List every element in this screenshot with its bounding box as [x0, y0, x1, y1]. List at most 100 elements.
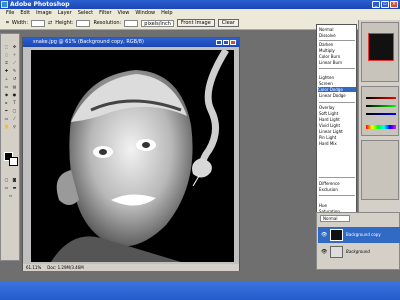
slice-tool-icon[interactable]: ⟋ — [11, 60, 18, 66]
zoom-tool-icon[interactable]: ⚲ — [11, 124, 18, 130]
move-tool-icon[interactable]: ✥ — [11, 44, 18, 50]
blend-difference[interactable]: Difference — [319, 181, 340, 186]
blend-normal[interactable]: Normal — [319, 27, 333, 32]
crop-tool-icon[interactable]: ⌗ — [6, 20, 9, 26]
gradient-tool-icon[interactable]: ▤ — [11, 84, 18, 90]
menu-separator — [319, 68, 355, 69]
zoom-level[interactable]: 61.11% — [26, 264, 41, 271]
blend-hard-mix[interactable]: Hard Mix — [319, 141, 337, 146]
blend-darken[interactable]: Darken — [319, 42, 333, 47]
menu-separator — [319, 195, 355, 196]
title-bar: Adobe Photoshop — [0, 0, 400, 9]
blur-tool-icon[interactable]: ◆ — [3, 92, 10, 98]
layer-thumbnail — [330, 229, 343, 241]
layer-thumbnail — [330, 246, 343, 258]
eye-icon[interactable]: 👁 — [321, 231, 327, 239]
menu-help[interactable]: Help — [158, 9, 175, 17]
clear-button[interactable]: Clear — [217, 19, 239, 27]
jump-to-imageready-icon[interactable]: ⇨ — [7, 193, 14, 199]
doc-minimize-button[interactable] — [216, 40, 222, 45]
menu-separator — [319, 102, 355, 103]
blue-slider[interactable] — [366, 113, 396, 115]
doc-size: Doc: 1.29M/3.46M — [47, 265, 84, 270]
hand-tool-icon[interactable]: ✋ — [3, 124, 10, 130]
blend-dissolve[interactable]: Dissolve — [319, 33, 336, 38]
blend-hard-light[interactable]: Hard Light — [319, 117, 340, 122]
minimize-button[interactable]: _ — [372, 1, 380, 8]
color-ramp[interactable] — [366, 125, 396, 129]
healing-brush-tool-icon[interactable]: ✚ — [3, 68, 10, 74]
front-image-button[interactable]: Front Image — [176, 19, 215, 27]
pen-tool-icon[interactable]: ✒ — [3, 108, 10, 114]
standard-mode-icon[interactable]: ▢ — [3, 177, 10, 183]
app-title: Adobe Photoshop — [10, 1, 70, 8]
blend-pin-light[interactable]: Pin Light — [319, 135, 336, 140]
blend-multiply[interactable]: Multiply — [319, 48, 335, 53]
blend-color-dodge[interactable]: Color Dodge — [318, 87, 356, 92]
menu-window[interactable]: Window — [132, 9, 158, 17]
blend-linear-light[interactable]: Linear Light — [319, 129, 343, 134]
height-field[interactable] — [76, 19, 91, 27]
green-slider[interactable] — [366, 105, 396, 107]
eye-icon[interactable]: 👁 — [321, 248, 327, 256]
blend-linear-dodge[interactable]: Linear Dodge — [319, 93, 346, 98]
inverted-photo — [31, 50, 234, 262]
blend-vivid-light[interactable]: Vivid Light — [319, 123, 340, 128]
taskbar — [0, 282, 400, 300]
blend-overlay[interactable]: Overlay — [319, 105, 335, 110]
shape-tool-icon[interactable]: ▢ — [11, 108, 18, 114]
menu-view[interactable]: View — [115, 9, 133, 17]
resolution-unit-select[interactable]: pixels/inch — [141, 19, 174, 27]
image-canvas[interactable] — [31, 50, 234, 262]
layer-name: Background — [346, 249, 370, 254]
photoshop-icon — [1, 1, 8, 8]
document-window: snake.jpg @ 61% (Background copy, RGB/8) — [22, 37, 240, 271]
blend-lighten[interactable]: Lighten — [319, 75, 334, 80]
blend-linear-burn[interactable]: Linear Burn — [319, 60, 342, 65]
layer-background-copy[interactable]: 👁 Background copy — [318, 227, 400, 243]
magic-wand-tool-icon[interactable]: ✧ — [11, 52, 18, 58]
blend-soft-light[interactable]: Soft Light — [319, 111, 338, 116]
screen-mode-standard-icon[interactable]: ▭ — [3, 185, 10, 191]
red-slider[interactable] — [366, 97, 396, 99]
menu-edit[interactable]: Edit — [17, 9, 33, 17]
screen-mode-full-icon[interactable]: ▬ — [11, 185, 18, 191]
blend-screen[interactable]: Screen — [319, 81, 333, 86]
background-color-swatch[interactable] — [9, 157, 18, 166]
stamp-tool-icon[interactable]: ⊥ — [3, 76, 10, 82]
swap-icon[interactable]: ⇄ — [48, 20, 52, 26]
doc-close-button[interactable] — [230, 40, 236, 45]
marquee-tool-icon[interactable]: ⬚ — [3, 44, 10, 50]
crop-tool-icon[interactable]: ⌗ — [3, 60, 10, 66]
resolution-field[interactable] — [124, 19, 139, 27]
maximize-button[interactable]: ▫ — [381, 1, 389, 8]
dodge-tool-icon[interactable]: ● — [11, 92, 18, 98]
lasso-tool-icon[interactable]: ◌ — [3, 52, 10, 58]
brush-tool-icon[interactable]: ✎ — [11, 68, 18, 74]
layer-background[interactable]: 👁 Background — [318, 244, 400, 260]
blend-mode-select[interactable]: Normal — [320, 215, 350, 222]
width-label: Width: — [11, 20, 29, 26]
layers-panel: Normal 👁 Background copy 👁 Background — [316, 212, 400, 270]
eyedropper-tool-icon[interactable]: ⁄ — [11, 116, 18, 122]
eraser-tool-icon[interactable]: ▭ — [3, 84, 10, 90]
menu-file[interactable]: File — [3, 9, 17, 17]
navigator-thumbnail[interactable] — [368, 33, 394, 61]
blend-hue[interactable]: Hue — [319, 203, 327, 208]
path-selection-tool-icon[interactable]: ▸ — [3, 100, 10, 106]
menu-select[interactable]: Select — [75, 9, 96, 17]
document-title: snake.jpg @ 61% (Background copy, RGB/8) — [23, 38, 239, 47]
menu-layer[interactable]: Layer — [55, 9, 75, 17]
navigator-panel — [361, 22, 399, 82]
history-brush-tool-icon[interactable]: ↺ — [11, 76, 18, 82]
close-button[interactable]: × — [390, 1, 398, 8]
menu-image[interactable]: Image — [33, 9, 55, 17]
quick-mask-icon[interactable]: ◙ — [11, 177, 18, 183]
doc-maximize-button[interactable] — [223, 40, 229, 45]
blend-exclusion[interactable]: Exclusion — [319, 187, 338, 192]
width-field[interactable] — [31, 19, 46, 27]
type-tool-icon[interactable]: T — [11, 100, 18, 106]
menu-filter[interactable]: Filter — [96, 9, 114, 17]
blend-color-burn[interactable]: Color Burn — [319, 54, 340, 59]
notes-tool-icon[interactable]: ▭ — [3, 116, 10, 122]
